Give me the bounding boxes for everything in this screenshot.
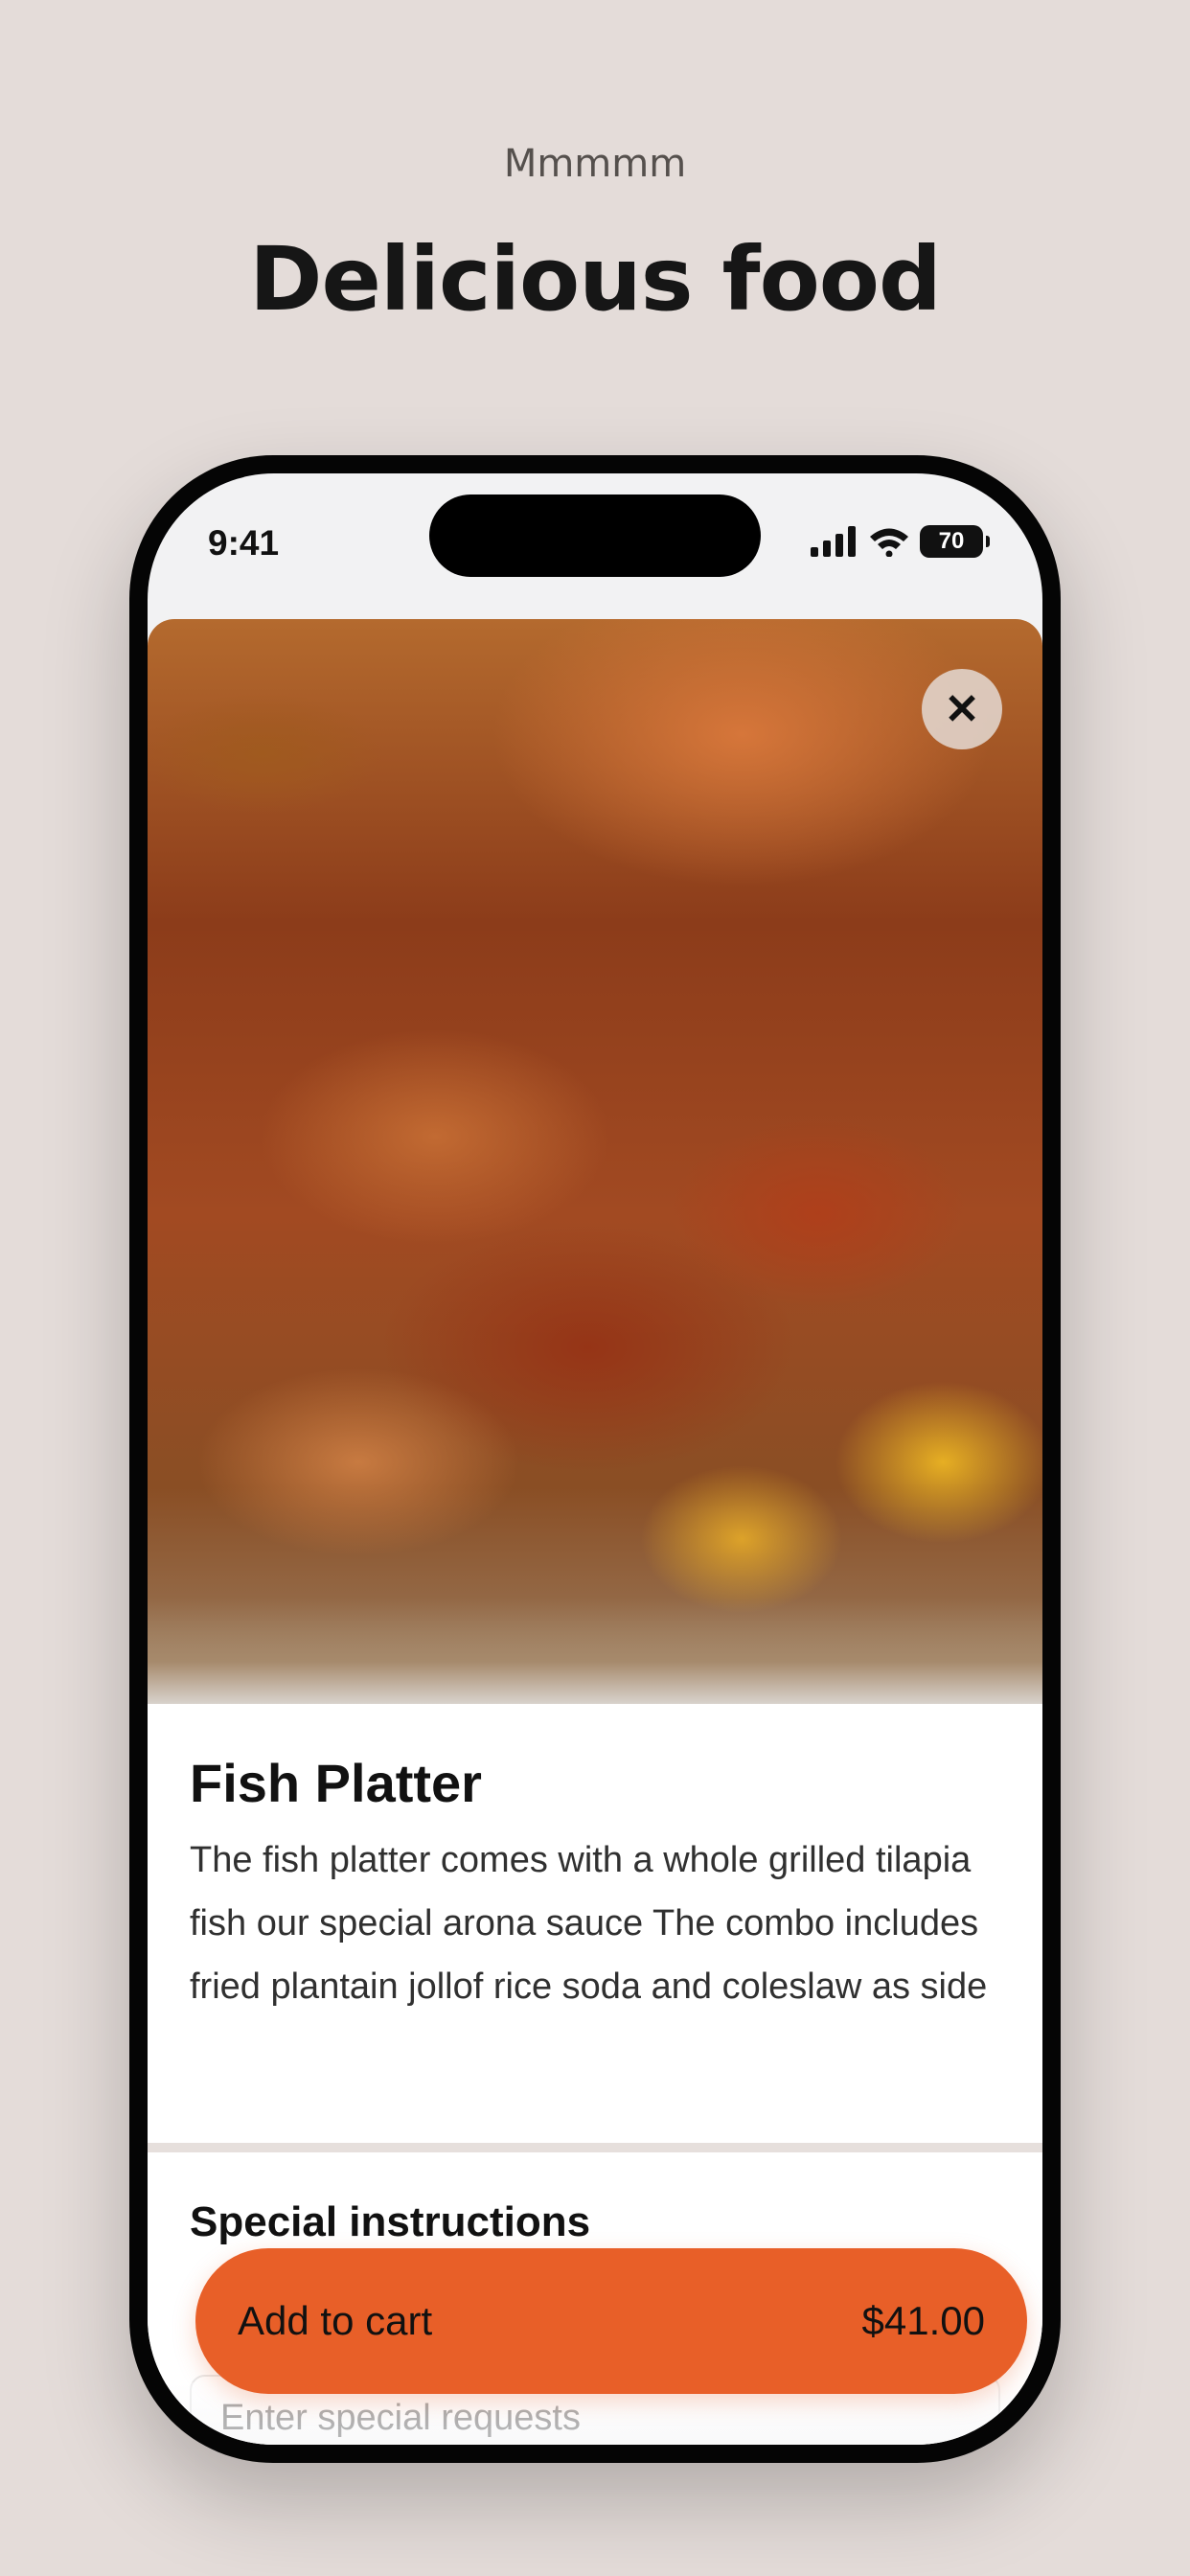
close-icon: ✕ <box>944 685 980 733</box>
special-instructions-label: Special instructions <box>190 2198 591 2245</box>
item-detail-sheet: ✕ Fish Platter The fish platter comes wi… <box>148 619 1042 2445</box>
phone-screen: 9:41 70 ✕ Fish Platter The fish platter … <box>148 473 1042 2445</box>
page-headline: Delicious food <box>249 228 942 331</box>
item-description: The fish platter comes with a whole gril… <box>190 1840 988 2007</box>
battery-indicator: 70 <box>920 525 990 558</box>
food-photo <box>148 619 1042 1704</box>
cellular-signal-icon <box>811 526 856 557</box>
status-icons: 70 <box>811 525 990 558</box>
phone-frame: 9:41 70 ✕ Fish Platter The fish platter … <box>129 455 1061 2463</box>
add-to-cart-label: Add to cart <box>238 2298 433 2343</box>
cart-price: $41.00 <box>861 2298 985 2343</box>
item-title: Fish Platter <box>190 1753 482 1813</box>
dynamic-island <box>429 494 761 577</box>
close-button[interactable]: ✕ <box>922 669 1002 749</box>
section-divider <box>148 2143 1042 2152</box>
status-time: 9:41 <box>208 523 280 563</box>
add-to-cart-button[interactable]: Add to cart $41.00 <box>195 2248 1027 2394</box>
eyebrow-text: Mmmmm <box>503 142 687 186</box>
wifi-icon <box>870 528 908 557</box>
